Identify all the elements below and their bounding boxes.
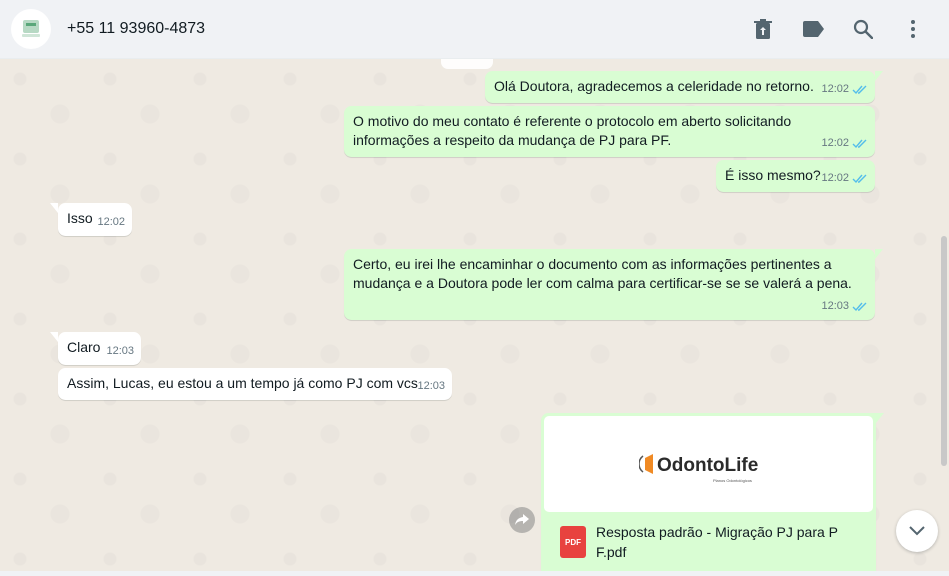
message-meta: 12:02 (97, 213, 125, 232)
read-ticks-icon (852, 174, 867, 183)
search-icon[interactable] (851, 17, 875, 41)
message-meta: 12:03 (821, 297, 868, 316)
document-name: Resposta padrão - Migração PJ para P F.p… (596, 524, 839, 560)
message-incoming[interactable]: Assim, Lucas, eu estou a um tempo já com… (58, 368, 452, 400)
message-outgoing[interactable]: Olá Doutora, agradecemos a celeridade no… (485, 71, 883, 103)
chat-header: +55 11 93960-4873 (0, 0, 949, 59)
message-meta: 12:02 (821, 169, 868, 188)
chevron-down-icon (909, 526, 925, 536)
message-meta: 12:03 (417, 377, 445, 396)
read-ticks-icon (852, 302, 867, 311)
message-time: 12:02 (821, 83, 849, 95)
contact-name[interactable]: +55 11 93960-4873 (67, 20, 205, 38)
message-incoming[interactable]: Isso 12:02 (50, 203, 132, 236)
contact-avatar[interactable] (11, 9, 51, 49)
logo-brand: OdontoLife (657, 455, 758, 476)
menu-icon[interactable] (901, 17, 925, 41)
forward-button[interactable] (509, 507, 535, 533)
forward-icon (515, 514, 529, 525)
avatar-logo-icon (22, 20, 40, 37)
message-time: 12:02 (821, 137, 849, 149)
scrollbar-thumb[interactable] (941, 236, 947, 466)
message-time: 12:03 (417, 380, 445, 392)
odontolife-logo: OdontoLife Planos Odontológicos (638, 454, 758, 483)
document-file[interactable]: PDF Resposta padrão - Migração PJ para P… (544, 512, 873, 562)
message-text: O motivo do meu contato é referente o pr… (353, 113, 792, 148)
message-time: 12:03 (106, 345, 134, 357)
message-time: 12:02 (821, 172, 849, 184)
scroll-down-button[interactable] (896, 510, 938, 552)
message-outgoing[interactable]: O motivo do meu contato é referente o pr… (344, 106, 875, 157)
message-text: Assim, Lucas, eu estou a um tempo já com… (67, 375, 418, 391)
message-text: Isso (67, 210, 93, 226)
message-outgoing[interactable]: Certo, eu irei lhe encaminhar o document… (344, 249, 883, 320)
message-time: 12:02 (97, 216, 125, 228)
pdf-icon: PDF (560, 526, 586, 558)
date-chip (441, 59, 493, 69)
message-text: Claro (67, 339, 101, 355)
message-meta: 12:02 (821, 134, 868, 153)
message-text: É isso mesmo? (725, 167, 821, 183)
message-meta: 12:02 (821, 80, 868, 99)
footer-strip (0, 571, 949, 576)
read-ticks-icon (852, 139, 867, 148)
message-incoming[interactable]: Claro 12:03 (50, 332, 141, 365)
message-text: Olá Doutora, agradecemos a celeridade no… (494, 78, 814, 94)
message-outgoing[interactable]: É isso mesmo? 12:02 (716, 160, 875, 192)
message-document[interactable]: OdontoLife Planos Odontológicos PDF Resp… (541, 413, 884, 571)
read-ticks-icon (852, 85, 867, 94)
logo-tagline: Planos Odontológicos (713, 478, 752, 483)
delete-icon[interactable] (751, 17, 775, 41)
message-text: Certo, eu irei lhe encaminhar o document… (353, 256, 852, 291)
message-time: 12:03 (821, 300, 849, 312)
message-meta: 12:03 (106, 342, 134, 361)
label-icon[interactable] (802, 17, 826, 41)
document-preview[interactable]: OdontoLife Planos Odontológicos (544, 416, 873, 512)
